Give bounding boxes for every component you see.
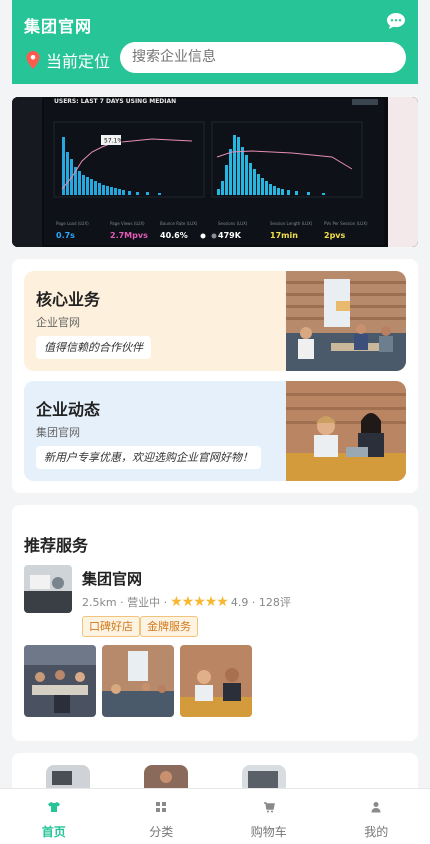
user-icon [371,802,381,813]
app-title: 集团官网 [24,17,93,36]
stat-label: Page Load (LUX) [56,221,89,226]
gallery-image[interactable] [24,645,96,717]
section-title: 推荐服务 [24,536,89,555]
meta-separator: · [160,595,168,609]
stat-value: 0.7s [56,231,75,240]
feature-section: 核心业务 企业官网 值得信赖的合作伙伴 企业动态 集团官网 新用户专享优惠，欢迎… [12,259,418,493]
feature-subtitle: 企业官网 [36,316,80,329]
location-selector[interactable]: 当前定位 [26,48,110,72]
bottom-tab-bar: 首页 分类 购物车 我的 [0,788,430,844]
stat-label: PVs Per Session (LUX) [324,221,368,226]
cart-icon [263,802,275,813]
tab-cart[interactable]: 购物车 [215,789,323,844]
feature-title: 企业动态 [36,400,101,419]
stat-value: 479K [218,231,242,240]
tab-label: 购物车 [250,825,287,839]
gallery-photo [102,645,174,717]
stat-label: Bounce Rate (LUX) [160,221,198,226]
tab-home[interactable]: 首页 [0,789,108,844]
location-label: 当前定位 [46,52,111,71]
banner-heading: USERS: LAST 7 DAYS USING MEDIAN [54,98,176,105]
meeting-photo [286,381,406,481]
app-header: 集团官网 当前定位 [12,0,418,84]
grid-icon [156,802,167,812]
stat-value: 2.7Mpvs [110,231,148,240]
tab-profile[interactable]: 我的 [323,789,430,844]
tab-label: 首页 [41,825,66,839]
gallery-image[interactable] [102,645,174,717]
tab-category[interactable]: 分类 [108,789,216,844]
business-name[interactable]: 集团官网 [82,568,142,589]
stat-label: Page Views (LUX) [110,221,145,226]
office-photo [286,271,406,371]
business-thumbnail[interactable] [24,565,72,613]
business-thumbnail-photo [24,565,72,613]
search-input[interactable] [120,42,406,73]
stat-value: 40.6% [160,231,188,240]
stat-value: 2pvs [324,231,346,240]
gallery-image[interactable] [180,645,252,717]
tab-label: 我的 [364,825,389,839]
stat-label: Session Length (LUX) [270,221,313,226]
chart-tooltip: 57.1% [104,138,123,145]
feature-tag: 值得信赖的合作伙伴 [36,336,151,359]
business-reviews: 128评 [258,596,291,609]
dashboard-photo: USERS: LAST 7 DAYS USING MEDIAN 57.1% Pa… [12,97,418,247]
meta-separator: · [248,595,259,609]
feature-card-core-business[interactable]: 核心业务 企业官网 值得信赖的合作伙伴 [24,271,406,371]
business-rating: 4.9 [230,595,249,609]
business-distance: 2.5km [82,595,117,609]
rating-stars-icon: ★★★★★ [170,594,229,610]
location-pin-icon [26,51,40,69]
feature-title: 核心业务 [36,290,101,309]
business-badge: 口碑好店 [82,616,140,637]
business-meta: 2.5km · 营业中 · ★★★★★ 4.9 · 128评 [82,594,291,610]
chat-icon[interactable] [386,12,406,30]
stat-value: 17min [270,231,298,240]
tab-label: 分类 [149,825,174,839]
gallery-photo [24,645,96,717]
feature-subtitle: 集团官网 [36,426,80,439]
hero-banner[interactable]: USERS: LAST 7 DAYS USING MEDIAN 57.1% Pa… [12,97,418,247]
meta-separator: · [116,595,128,609]
feature-card-company-news[interactable]: 企业动态 集团官网 新用户专享优惠，欢迎选购企业官网好物！ [24,381,406,481]
business-badge: 金牌服务 [140,616,198,637]
gallery-photo [180,645,252,717]
feature-tag: 新用户专享优惠，欢迎选购企业官网好物！ [36,446,261,469]
shirt-icon [47,802,60,812]
business-status: 营业中 [127,596,161,609]
stat-label: Sessions (LUX) [218,221,248,226]
